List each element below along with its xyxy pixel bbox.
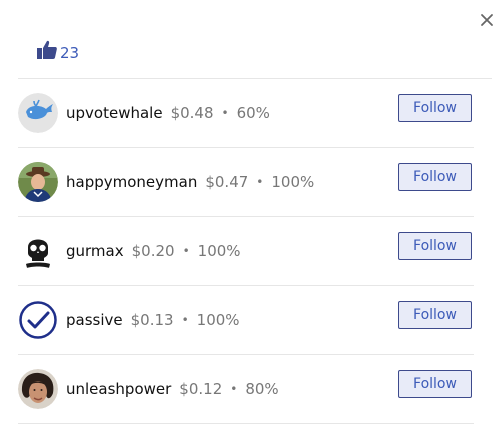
voter-name[interactable]: happymoneyman xyxy=(66,173,197,191)
vote-amount: $0.48 xyxy=(170,104,214,122)
vote-percent: 100% xyxy=(197,242,241,260)
voter-name[interactable]: gurmax xyxy=(66,242,124,260)
follow-button[interactable]: Follow xyxy=(398,301,472,329)
skull-avatar[interactable] xyxy=(18,231,58,271)
voter-name[interactable]: upvotewhale xyxy=(66,104,163,122)
follow-button[interactable]: Follow xyxy=(398,163,472,191)
cowboy-man-avatar[interactable] xyxy=(18,162,58,202)
separator: • xyxy=(221,106,229,120)
list-item: upvotewhale $0.48 • 60% Follow xyxy=(18,79,474,148)
separator: • xyxy=(256,175,264,189)
follow-button[interactable]: Follow xyxy=(398,370,472,398)
voter-info: unleashpower $0.12 • 80% xyxy=(66,355,279,423)
voter-info: happymoneyman $0.47 • 100% xyxy=(66,148,314,216)
vote-amount: $0.13 xyxy=(130,311,174,329)
separator: • xyxy=(230,382,238,396)
vote-percent: 100% xyxy=(271,173,315,191)
whale-avatar[interactable] xyxy=(18,93,58,133)
list-item: unleashpower $0.12 • 80% Follow xyxy=(18,355,474,424)
vote-count: 23 xyxy=(60,44,80,62)
list-item: gurmax $0.20 • 100% Follow xyxy=(18,217,474,286)
voter-info: passive $0.13 • 100% xyxy=(66,286,240,354)
list-item: passive $0.13 • 100% Follow xyxy=(18,286,474,355)
vote-amount: $0.20 xyxy=(131,242,175,260)
vote-summary[interactable]: 23 xyxy=(36,38,79,62)
vote-percent: 60% xyxy=(236,104,270,122)
list-item: happymoneyman $0.47 • 100% Follow xyxy=(18,148,474,217)
separator: • xyxy=(181,313,189,327)
follow-button[interactable]: Follow xyxy=(398,94,472,122)
vote-amount: $0.12 xyxy=(179,380,223,398)
vote-percent: 100% xyxy=(196,311,240,329)
voter-info: gurmax $0.20 • 100% xyxy=(66,217,241,285)
voter-name[interactable]: passive xyxy=(66,311,123,329)
close-icon[interactable] xyxy=(477,10,497,30)
follow-button[interactable]: Follow xyxy=(398,232,472,260)
voter-list: upvotewhale $0.48 • 60% Follow happymone… xyxy=(18,79,474,424)
vote-amount: $0.47 xyxy=(205,173,249,191)
vote-percent: 80% xyxy=(245,380,279,398)
voter-info: upvotewhale $0.48 • 60% xyxy=(66,79,270,147)
thumbs-up-icon xyxy=(36,39,58,61)
woman-avatar[interactable] xyxy=(18,369,58,409)
separator: • xyxy=(182,244,190,258)
checkmark-avatar[interactable] xyxy=(18,300,58,340)
voter-name[interactable]: unleashpower xyxy=(66,380,171,398)
